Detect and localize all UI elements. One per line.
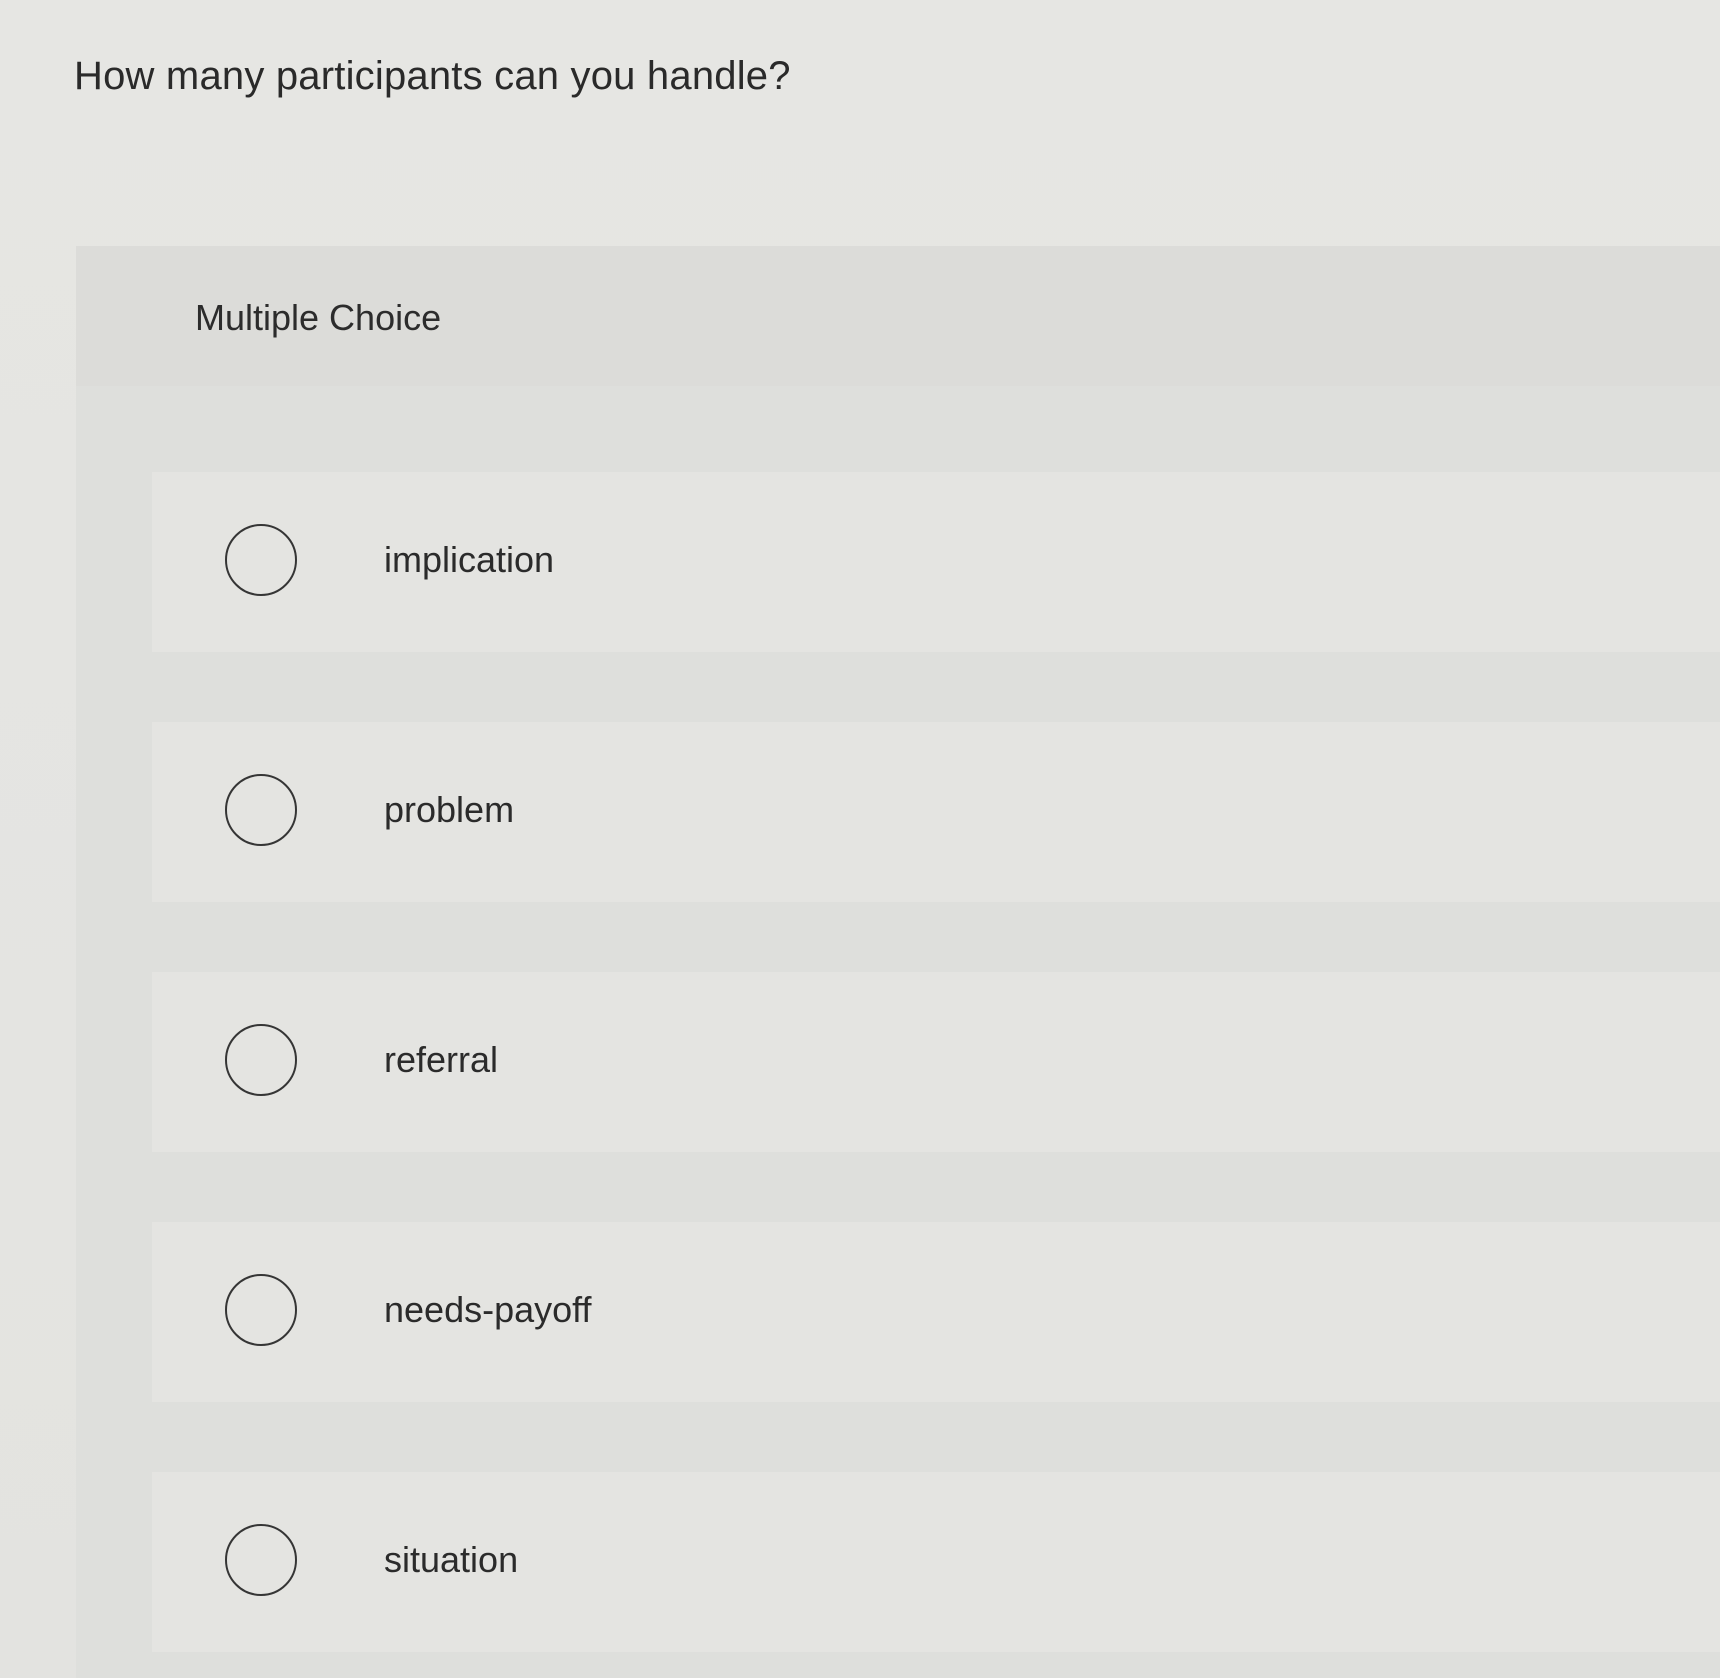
- radio-button[interactable]: [225, 774, 297, 846]
- multiple-choice-header: Multiple Choice: [76, 246, 1720, 386]
- answer-option-implication[interactable]: implication: [152, 472, 1720, 652]
- answer-option-label: needs-payoff: [384, 1289, 592, 1330]
- answer-option-needs-payoff[interactable]: needs-payoff: [152, 1222, 1720, 1402]
- radio-button[interactable]: [225, 1524, 297, 1596]
- answer-option-problem[interactable]: problem: [152, 722, 1720, 902]
- question-type-label: Multiple Choice: [195, 297, 442, 338]
- multiple-choice-panel: Multiple Choice implication problem refe…: [76, 246, 1720, 1678]
- answer-option-label: problem: [384, 789, 515, 830]
- radio-button[interactable]: [225, 1024, 297, 1096]
- answer-option-label: referral: [384, 1039, 499, 1080]
- answer-option-situation[interactable]: situation: [152, 1472, 1720, 1652]
- answer-option-label: situation: [384, 1539, 519, 1580]
- answer-options: implication problem referral needs-payof…: [152, 472, 1720, 1652]
- answer-option-referral[interactable]: referral: [152, 972, 1720, 1152]
- radio-button[interactable]: [225, 524, 297, 596]
- quiz-page: How many participants can you handle? Mu…: [0, 0, 1720, 1678]
- question-prompt: How many participants can you handle?: [74, 54, 791, 98]
- answer-option-label: implication: [384, 539, 555, 580]
- radio-button[interactable]: [225, 1274, 297, 1346]
